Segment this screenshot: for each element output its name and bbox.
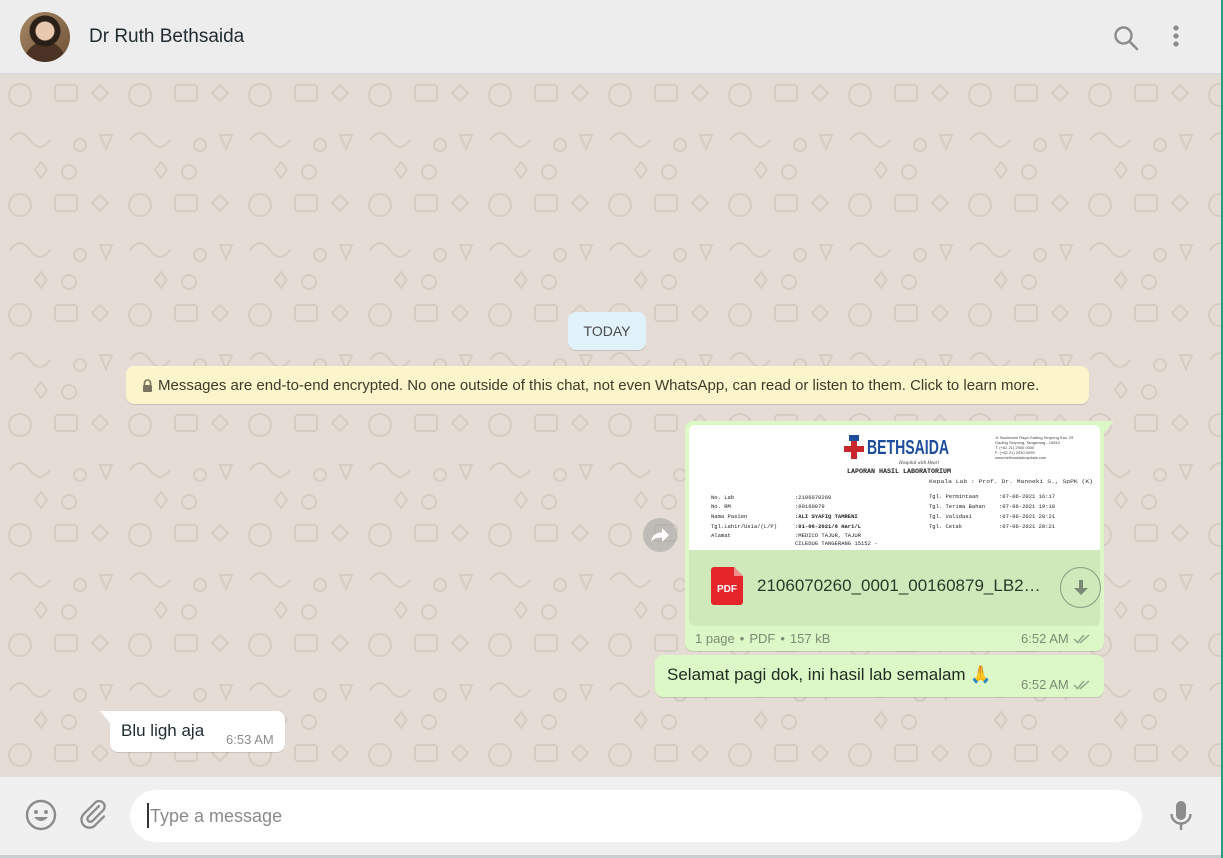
download-button[interactable] [1060, 567, 1101, 608]
double-check-icon [1073, 634, 1090, 644]
field-value: :07-06-2021 16:17 [999, 493, 1055, 500]
document-filename: 2106070260_0001_00160879_LB20... [757, 576, 1047, 595]
contact-name[interactable]: Dr Ruth Bethsaida [89, 26, 244, 48]
meta-separator: • [780, 631, 785, 646]
field-value: :07-06-2021 20:21 [999, 513, 1056, 520]
meta-separator: • [739, 631, 745, 646]
field-value: :2106070260 [795, 494, 831, 501]
field-value: :ALI SYAFIQ TAMRENI [795, 513, 858, 520]
field-label: No. Lab [711, 494, 734, 501]
lock-icon [143, 378, 152, 392]
field-label: Tgl. Validasi [929, 513, 973, 520]
chat-header: Dr Ruth Bethsaida [0, 0, 1221, 74]
field-value: CILEDUG TANGERANG 15152 - [795, 540, 878, 547]
field-label: Alamat [711, 532, 731, 539]
contact-avatar[interactable] [20, 12, 70, 62]
date-chip: TODAY [568, 312, 646, 350]
incoming-text-message[interactable]: Blu ligh aja 6:53 AM [110, 711, 285, 752]
field-value: :07-06-2021 19:18 [999, 503, 1055, 510]
message-text: Selamat pagi dok, ini hasil lab semalam … [667, 665, 992, 684]
search-icon[interactable] [1112, 24, 1140, 52]
microphone-icon[interactable] [1168, 799, 1194, 833]
field-label: Tgl. Cetak [929, 523, 963, 530]
report-title: LAPORAN HASIL LABORATORIUM [847, 468, 951, 475]
double-check-icon [1073, 680, 1090, 690]
lab-report-preview: BETHSAIDA Hospital with Heart Jl. Boulev… [711, 435, 1093, 547]
compose-bar [0, 777, 1221, 858]
message-input[interactable] [130, 790, 1142, 842]
menu-dots-icon[interactable] [1164, 22, 1188, 52]
message-time: 6:52 AM [1021, 631, 1091, 646]
forward-icon [651, 528, 669, 542]
document-pages: 1 page [695, 631, 735, 646]
brand-tagline: Hospital with Heart [898, 461, 940, 466]
message-time: 6:52 AM [1021, 677, 1091, 692]
address-line: www.bethsaidahospitals.com [995, 455, 1047, 460]
field-value: :MEDICO TAJUR, TAJUR [795, 532, 862, 539]
paperclip-icon[interactable] [77, 798, 109, 830]
document-meta: 1 page • PDF • 157 kB [695, 631, 830, 646]
message-time: 6:53 AM [226, 732, 274, 747]
document-size: 157 kB [789, 631, 831, 646]
document-file-row[interactable]: PDF 2106070260_0001_00160879_LB20... [689, 550, 1101, 626]
encryption-notice[interactable]: Messages are end-to-end encrypted. No on… [126, 366, 1089, 404]
encryption-notice-text: Messages are end-to-end encrypted. No on… [158, 376, 1040, 394]
pdf-icon-label: PDF [717, 584, 737, 595]
forward-button[interactable] [643, 518, 677, 552]
pdf-file-icon: PDF [711, 567, 743, 605]
field-label: Tgl. Permintaan [929, 493, 979, 500]
field-label: Nama Pasien [711, 513, 747, 520]
document-type: PDF [749, 631, 776, 646]
supervisor: Kepala Lab : Prof. Dr. Manoeki S., SpPK … [929, 479, 1093, 485]
field-value: :01-06-2021/6 Hari/L [795, 523, 862, 530]
field-value: :07-06-2021 20:21 [999, 523, 1056, 530]
message-time-text: 6:52 AM [1021, 631, 1069, 646]
chat-area[interactable]: TODAY Messages are end-to-end encrypted.… [0, 75, 1221, 777]
text-caret [147, 803, 149, 828]
document-message[interactable]: BETHSAIDA Hospital with Heart Jl. Boulev… [685, 421, 1104, 651]
field-label: No. RM [711, 503, 731, 510]
emoji-icon[interactable] [24, 798, 58, 832]
document-preview[interactable]: BETHSAIDA Hospital with Heart Jl. Boulev… [689, 425, 1100, 550]
field-value: :00160879 [795, 503, 825, 510]
bubble-tail [1104, 421, 1114, 433]
download-icon [1073, 579, 1088, 595]
bubble-tail [100, 711, 110, 723]
message-time-text: 6:52 AM [1021, 677, 1069, 692]
outgoing-text-message[interactable]: Selamat pagi dok, ini hasil lab semalam … [655, 655, 1104, 697]
brand-name: BETHSAIDA [867, 437, 949, 459]
message-time-text: 6:53 AM [226, 732, 274, 747]
field-label: Tgl.Lahir/Usia/(L/P) [711, 523, 777, 530]
field-label: Tgl. Terima Bahan [929, 503, 985, 510]
message-text: Blu ligh aja [121, 721, 205, 740]
